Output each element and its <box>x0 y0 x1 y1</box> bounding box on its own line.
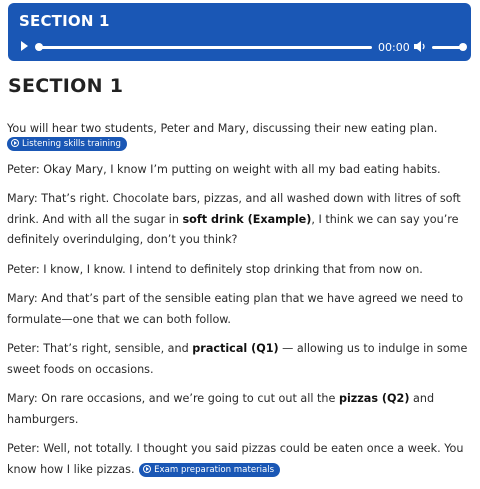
dialogue-line: Peter: Well, not totally. I thought you … <box>7 439 477 480</box>
dialogue-text: Mary: And that’s part of the sensible ea… <box>7 292 464 326</box>
page-title: SECTION 1 <box>8 75 124 97</box>
answer-q1: practical (Q1) <box>192 342 279 355</box>
dialogue-text: Peter: I know, I know. I intend to defin… <box>7 262 423 276</box>
transcript: You will hear two students, Peter and Ma… <box>7 119 477 489</box>
listening-skills-label: Listening skills training <box>22 138 121 149</box>
answer-example: soft drink (Example) <box>182 212 312 226</box>
volume-thumb[interactable] <box>459 43 467 51</box>
seek-thumb[interactable] <box>35 43 43 51</box>
play-circle-icon <box>143 464 152 473</box>
play-circle-icon <box>11 138 19 147</box>
dialogue-line: Peter: That’s right, sensible, and pract… <box>7 339 477 380</box>
exam-prep-label: Exam preparation materials <box>154 464 275 475</box>
dialogue-line: Mary: That’s right. Chocolate bars, pizz… <box>7 189 477 251</box>
answer-q2: pizzas (Q2) <box>338 392 410 405</box>
exam-prep-badge[interactable]: Exam preparation materials <box>139 462 281 477</box>
player-controls: 00:00 <box>8 37 471 57</box>
dialogue-line: Mary: On rare occasions, and we’re going… <box>7 389 477 430</box>
dialogue-text: Peter: Okay Mary, I know I’m putting on … <box>7 162 441 176</box>
dialogue-text: Mary: On rare occasions, and we’re going… <box>7 392 339 405</box>
dialogue-text: Peter: That’s right, sensible, and <box>7 342 193 355</box>
time-display: 00:00 <box>378 41 410 54</box>
seek-bar[interactable] <box>38 46 372 49</box>
play-icon[interactable] <box>21 41 28 51</box>
audio-player: SECTION 1 00:00 <box>8 3 471 61</box>
dialogue-line: Mary: And that’s part of the sensible ea… <box>7 289 477 330</box>
volume-icon[interactable] <box>414 40 426 53</box>
intro-text: You will hear two students, Peter and Ma… <box>7 122 438 135</box>
player-title: SECTION 1 <box>19 12 110 30</box>
listening-skills-badge[interactable]: Listening skills training <box>7 136 127 151</box>
dialogue-line: Peter: I know, I know. I intend to defin… <box>7 260 477 281</box>
dialogue-line: Peter: Okay Mary, I know I’m putting on … <box>7 160 477 181</box>
intro-paragraph: You will hear two students, Peter and Ma… <box>7 119 477 151</box>
